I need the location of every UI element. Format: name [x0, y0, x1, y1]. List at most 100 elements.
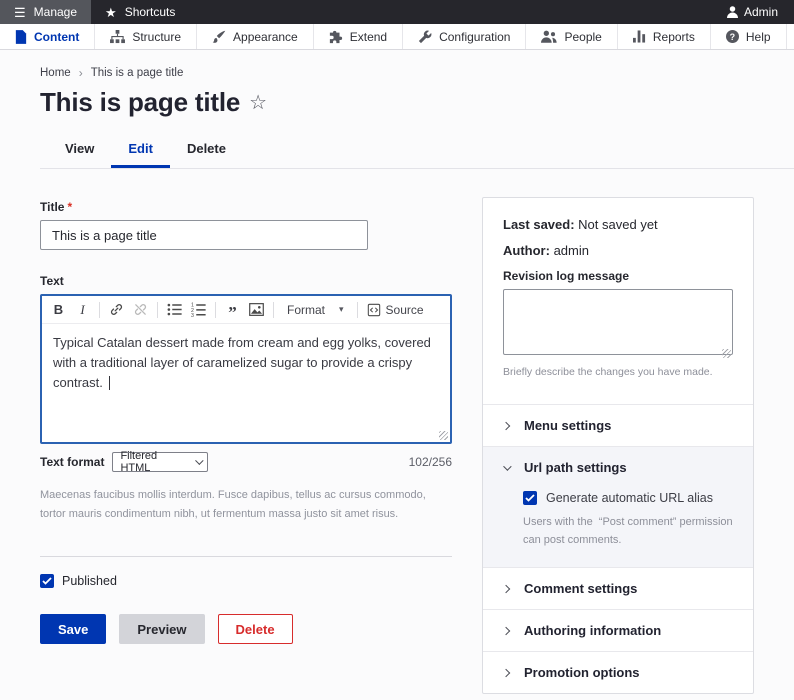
revision-log-textarea[interactable]	[503, 289, 733, 355]
toolbar-separator	[273, 302, 274, 318]
breadcrumb: Home › This is a page title	[40, 66, 452, 80]
menu-item-content[interactable]: Content	[0, 24, 95, 49]
image-icon	[249, 303, 264, 316]
author-label: Author:	[503, 243, 550, 258]
menu-label: Structure	[132, 30, 181, 44]
sitemap-icon	[110, 30, 125, 44]
tab-view[interactable]: View	[48, 133, 111, 168]
chevron-right-icon	[502, 627, 510, 635]
link-icon	[109, 302, 124, 317]
last-saved-line: Last saved: Not saved yet	[503, 217, 733, 232]
section-label: Promotion options	[524, 665, 640, 680]
form-actions: Save Preview Delete	[40, 614, 452, 644]
menu-item-appearance[interactable]: Appearance	[197, 24, 314, 49]
primary-tabs: View Edit Delete	[40, 133, 794, 169]
bar-chart-icon	[633, 30, 646, 43]
paintbrush-icon	[212, 30, 226, 44]
italic-button[interactable]: I	[75, 301, 90, 318]
bold-button[interactable]: B	[51, 301, 66, 318]
menu-item-help[interactable]: ? Help	[711, 24, 787, 49]
tab-delete[interactable]: Delete	[170, 133, 243, 168]
admin-user-menu[interactable]: Admin	[713, 0, 794, 24]
text-format-row: Text format Filtered HTML 102/256	[40, 452, 452, 472]
menu-item-extend[interactable]: Extend	[314, 24, 403, 49]
text-field-label: Text	[40, 274, 452, 288]
url-alias-description: Users with the “Post comment” permission…	[523, 513, 733, 549]
manage-menu-item[interactable]: ☰ Manage	[0, 0, 91, 24]
url-alias-label: Generate automatic URL alias	[546, 491, 713, 505]
link-button[interactable]	[109, 301, 124, 318]
title-input[interactable]	[40, 220, 368, 250]
numbered-list-icon: 123	[191, 302, 206, 317]
resize-handle[interactable]	[722, 349, 731, 358]
section-menu-settings: Menu settings	[483, 404, 753, 446]
published-row: Published	[40, 574, 452, 588]
author-line: Author: admin	[503, 243, 733, 258]
required-marker: *	[67, 200, 72, 214]
bookmark-star-icon[interactable]: ☆	[249, 90, 267, 115]
section-label: Menu settings	[524, 418, 611, 433]
numbered-list-button[interactable]: 123	[191, 301, 206, 318]
save-button[interactable]: Save	[40, 614, 106, 644]
star-icon: ★	[105, 6, 117, 19]
question-icon: ?	[726, 30, 739, 43]
shortcuts-menu-item[interactable]: ★ Shortcuts	[91, 0, 189, 24]
url-alias-row: Generate automatic URL alias	[523, 491, 733, 505]
url-path-settings-body: Generate automatic URL alias Users with …	[483, 488, 753, 567]
format-dropdown[interactable]: Format ▾	[283, 303, 348, 317]
text-format-select[interactable]: Filtered HTML	[112, 452, 208, 472]
svg-text:3: 3	[191, 313, 194, 317]
toolbar-separator	[357, 302, 358, 318]
menu-settings-toggle[interactable]: Menu settings	[483, 404, 753, 446]
menu-label: People	[564, 30, 601, 44]
revision-log-description: Briefly describe the changes you have ma…	[503, 366, 733, 378]
toolbar-separator	[99, 302, 100, 318]
menu-label: Content	[34, 30, 79, 44]
character-counter: 102/256	[409, 455, 452, 469]
menu-label: Configuration	[439, 30, 510, 44]
chevron-right-icon	[502, 421, 510, 429]
tab-edit[interactable]: Edit	[111, 133, 170, 168]
chevron-right-icon	[502, 669, 510, 677]
manage-label: Manage	[34, 5, 77, 19]
section-promotion-options: Promotion options	[483, 651, 753, 693]
authoring-information-toggle[interactable]: Authoring information	[483, 609, 753, 651]
delete-button[interactable]: Delete	[218, 614, 293, 644]
comment-settings-toggle[interactable]: Comment settings	[483, 567, 753, 609]
page-title-text: This is page title	[40, 87, 240, 118]
editor-body[interactable]: Typical Catalan dessert made from cream …	[42, 324, 450, 442]
menu-item-configuration[interactable]: Configuration	[403, 24, 526, 49]
menu-label: Help	[746, 30, 771, 44]
unlink-button[interactable]	[133, 301, 148, 318]
menu-item-reports[interactable]: Reports	[618, 24, 711, 49]
toolbar-separator	[157, 302, 158, 318]
url-path-settings-toggle[interactable]: Url path settings	[483, 446, 753, 488]
blockquote-button[interactable]: ”	[225, 301, 240, 318]
node-edit-form: Title* Text B I	[40, 200, 452, 644]
admin-toolbar: ☰ Manage ★ Shortcuts Admin	[0, 0, 794, 24]
bulleted-list-icon	[167, 302, 182, 317]
source-button[interactable]: Source	[367, 303, 424, 317]
rich-text-editor: B I 123	[40, 294, 452, 444]
section-label: Comment settings	[524, 581, 637, 596]
menu-item-people[interactable]: People	[526, 24, 617, 49]
chevron-down-icon	[503, 462, 511, 470]
image-button[interactable]	[249, 301, 264, 318]
resize-handle[interactable]	[439, 431, 448, 440]
bulleted-list-button[interactable]	[167, 301, 182, 318]
page-title: This is page title ☆	[40, 87, 452, 118]
checkmark-icon	[525, 494, 535, 502]
section-authoring-information: Authoring information	[483, 609, 753, 651]
menu-item-structure[interactable]: Structure	[95, 24, 197, 49]
breadcrumb-home-link[interactable]: Home	[40, 67, 71, 79]
url-alias-checkbox[interactable]	[523, 491, 537, 505]
section-comment-settings: Comment settings	[483, 567, 753, 609]
preview-button[interactable]: Preview	[119, 614, 204, 644]
node-meta-panel: Last saved: Not saved yet Author: admin …	[482, 197, 754, 694]
section-url-path-settings: Url path settings Generate automatic URL…	[483, 446, 753, 567]
promotion-options-toggle[interactable]: Promotion options	[483, 651, 753, 693]
author-value: admin	[554, 243, 589, 258]
last-saved-label: Last saved:	[503, 217, 575, 232]
published-checkbox[interactable]	[40, 574, 54, 588]
source-code-icon	[367, 303, 381, 317]
